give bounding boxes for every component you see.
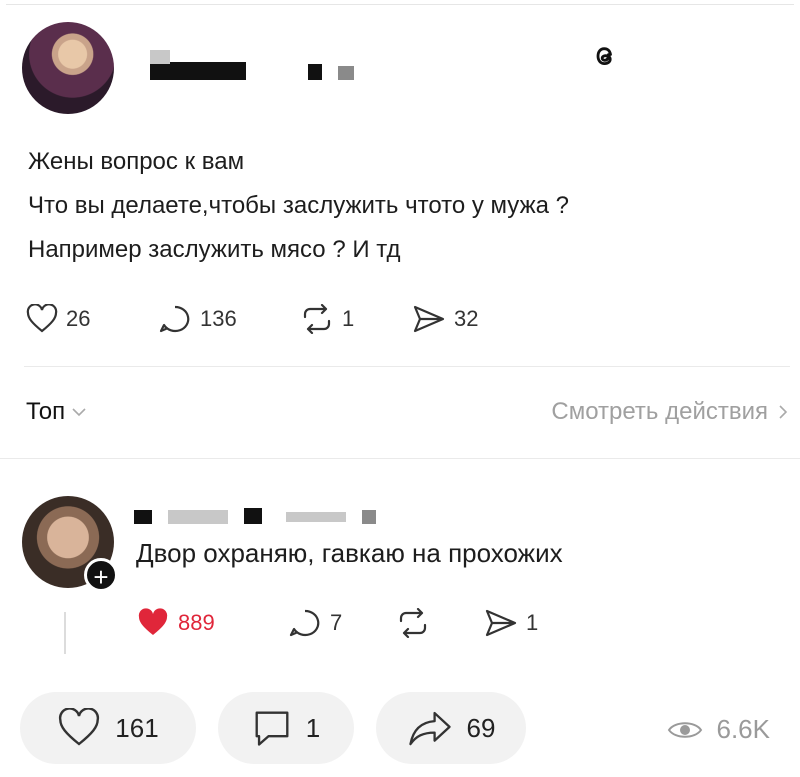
post-frame <box>6 4 794 775</box>
divider <box>0 458 800 459</box>
comment-like-button[interactable]: 889 <box>136 608 215 638</box>
comment-share-button[interactable]: 1 <box>484 608 538 638</box>
comment-repost-button[interactable] <box>396 608 438 638</box>
view-activity-label: Смотреть действия <box>551 398 768 425</box>
comment-reply-count: 7 <box>330 610 343 635</box>
redacted-commenter-name-part <box>168 510 228 524</box>
follow-plus-icon[interactable]: + <box>84 558 118 592</box>
comment-bubble-icon <box>255 711 289 746</box>
repost-icon <box>399 608 427 638</box>
post-line: Жены вопрос к вам <box>28 148 245 175</box>
post-share-button[interactable]: 32 <box>412 304 478 334</box>
post-body: Жены вопрос к вам Что вы делаете,чтобы з… <box>28 140 569 272</box>
repost-icon <box>303 304 331 334</box>
redacted-commenter-handle-part <box>286 512 346 522</box>
sort-dropdown[interactable]: Топ <box>26 398 87 426</box>
post-line: Что вы делаете,чтобы заслужить чтото у м… <box>28 192 569 219</box>
chevron-right-icon <box>779 405 788 419</box>
thread-line <box>64 612 66 654</box>
divider <box>24 366 790 367</box>
post-line: Например заслужить мясо ? И тд <box>28 236 401 263</box>
post-like-count: 26 <box>66 306 91 331</box>
redacted-author-handle-part <box>338 66 354 80</box>
redacted-author-handle <box>308 64 322 80</box>
post-reply-button[interactable]: 136 <box>158 304 237 334</box>
heart-icon <box>26 304 58 333</box>
redacted-author-name-part <box>150 50 170 64</box>
bottom-like-button[interactable]: 161 <box>20 692 196 764</box>
bottom-share-count: 69 <box>466 712 496 743</box>
comment-share-count: 1 <box>526 610 539 635</box>
share-arrow-icon <box>408 711 451 746</box>
redacted-author-name <box>150 62 246 80</box>
heart-icon <box>59 708 100 746</box>
bottom-share-button[interactable]: 69 <box>376 692 526 764</box>
bottom-comment-button[interactable]: 1 <box>218 692 354 764</box>
comment-reply-button[interactable]: 7 <box>288 608 342 638</box>
redacted-commenter-handle <box>244 508 262 524</box>
bottom-like-count: 161 <box>115 712 159 743</box>
bottom-comment-count: 1 <box>305 712 321 743</box>
author-avatar[interactable] <box>22 22 114 114</box>
eye-icon <box>667 721 702 738</box>
redacted-commenter-name <box>134 510 152 524</box>
post-repost-count: 1 <box>342 306 355 331</box>
comment-like-count: 889 <box>178 610 215 635</box>
reply-bubble-icon <box>159 305 190 333</box>
sort-label: Топ <box>26 398 66 425</box>
post-reply-count: 136 <box>200 306 237 331</box>
chevron-down-icon <box>72 408 86 417</box>
heart-filled-icon <box>138 608 168 635</box>
threads-logo-icon[interactable] <box>588 40 620 72</box>
post-share-count: 32 <box>454 306 479 331</box>
view-count: 6.6K <box>667 714 771 745</box>
send-icon <box>413 305 445 333</box>
view-activity-link[interactable]: Смотреть действия <box>551 398 788 426</box>
post-like-button[interactable]: 26 <box>26 304 90 334</box>
reply-bubble-icon <box>289 609 320 637</box>
view-count-value: 6.6K <box>716 714 771 744</box>
comment-body: Двор охраняю, гавкаю на прохожих <box>136 538 563 568</box>
redacted-commenter-handle-end <box>362 510 376 524</box>
send-icon <box>485 609 517 637</box>
post-repost-button[interactable]: 1 <box>300 304 354 334</box>
